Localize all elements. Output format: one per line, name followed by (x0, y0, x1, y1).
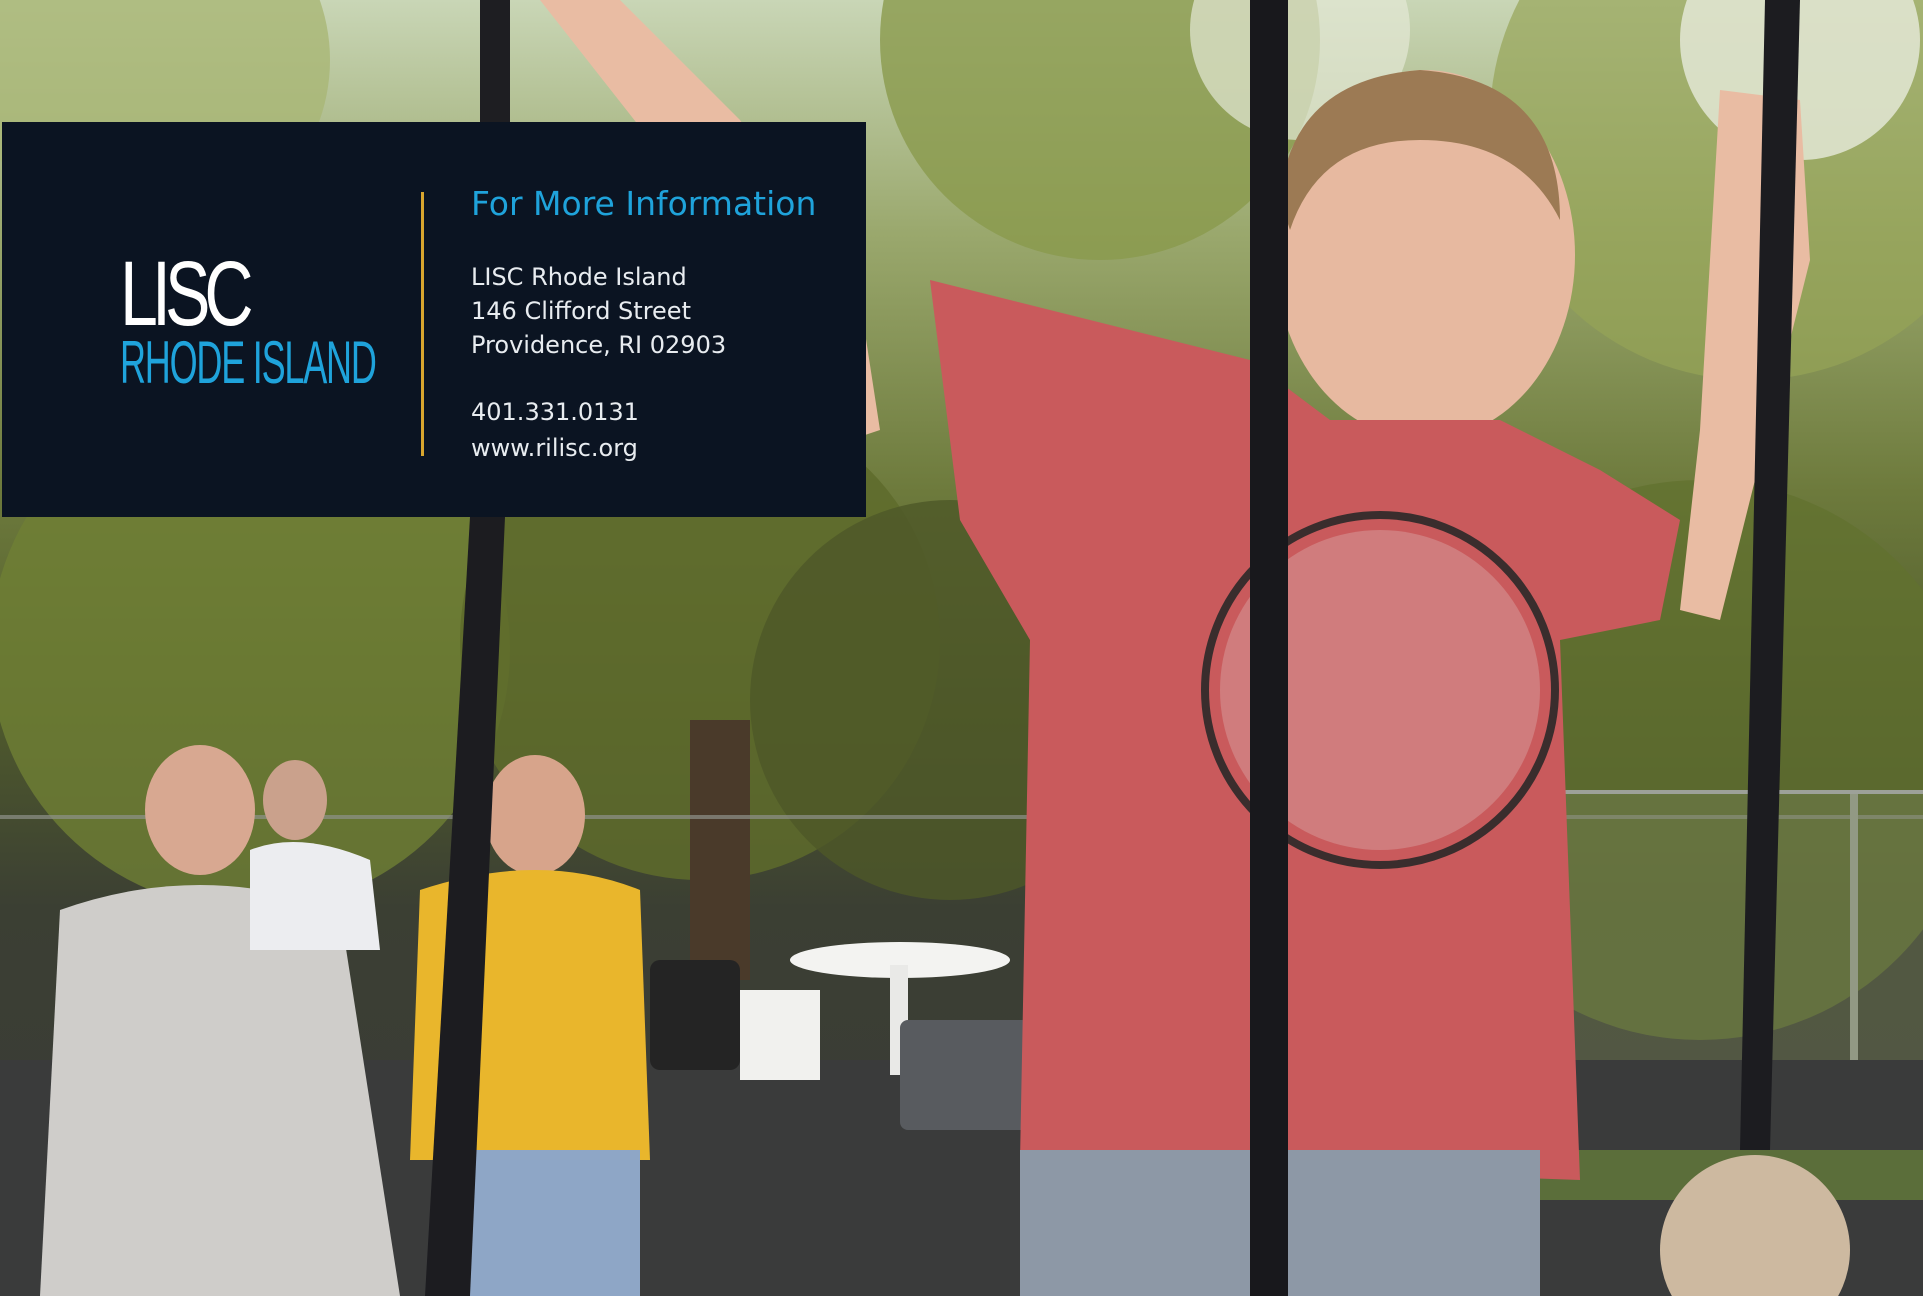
city-state-zip: Providence, RI 02903 (471, 331, 727, 359)
mailing-address: LISC Rhode Island 146 Clifford Street Pr… (471, 260, 726, 362)
brochure-page: LISC RHODE ISLAND For More Information L… (0, 0, 1923, 1296)
organization-name: LISC Rhode Island (471, 263, 687, 291)
logo-lisc-text: LISC (120, 243, 254, 345)
website-link[interactable]: www.rilisc.org (471, 430, 639, 466)
lisc-rhode-island-logo: LISC RHODE ISLAND (120, 243, 380, 396)
phone-number: 401.331.0131 (471, 398, 639, 426)
info-heading: For More Information (471, 184, 817, 223)
logo-rhode-island-text: RHODE ISLAND (120, 329, 377, 396)
contact-details: 401.331.0131 www.rilisc.org (471, 394, 639, 466)
contact-info-panel: LISC RHODE ISLAND For More Information L… (2, 122, 866, 517)
gold-divider (421, 192, 424, 456)
street-address: 146 Clifford Street (471, 297, 691, 325)
